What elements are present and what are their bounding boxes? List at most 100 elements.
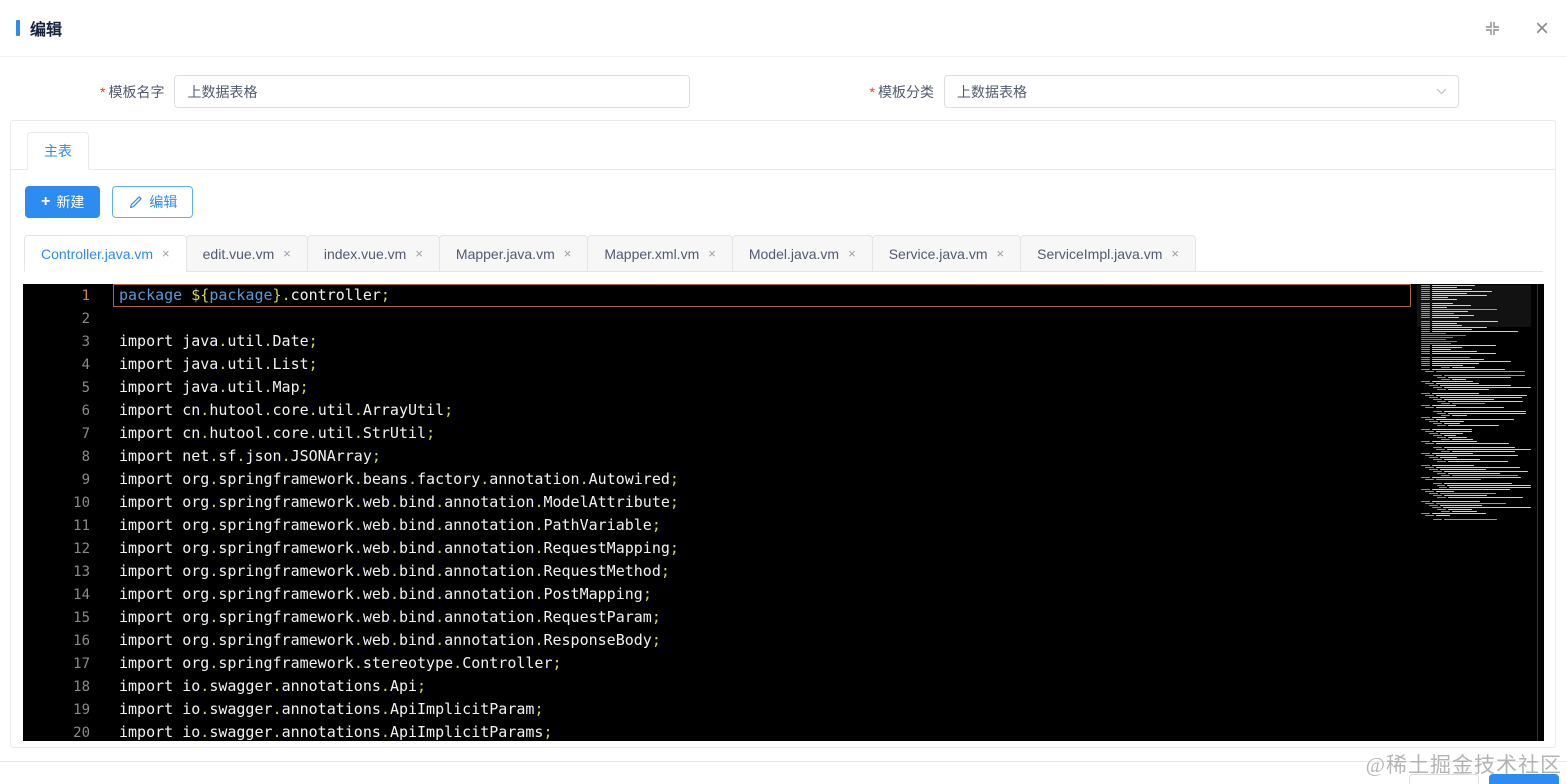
line-number: 12	[73, 540, 90, 557]
file-tab-label: Service.java.vm	[888, 245, 988, 262]
code-lines: 1 package ${package}.controller; 2 3 import …	[23, 284, 1544, 741]
file-tabs-bar: Controller.java.vm × edit.vue.vm × index.vue…	[24, 235, 1543, 272]
line-content: package ${package}.controller;	[113, 284, 1411, 307]
line-number: 16	[73, 632, 90, 649]
line-number: 6	[81, 402, 90, 419]
editor-scrollbar[interactable]	[1537, 284, 1538, 741]
line-content: import org.springframework.web.bind.anno…	[119, 516, 661, 534]
category-selected-value: 上数据表格	[956, 83, 1027, 100]
line-number: 14	[73, 586, 90, 603]
name-field-wrap	[174, 75, 690, 108]
code-line: 3 import java.util.Date;	[23, 330, 1544, 353]
close-icon[interactable]: ×	[1535, 16, 1549, 41]
line-content: import io.swagger.annotations.Api;	[119, 677, 427, 695]
tab-close-icon[interactable]: ×	[848, 247, 856, 260]
template-name-input[interactable]	[187, 83, 677, 100]
file-tab[interactable]: Mapper.xml.vm ×	[587, 235, 733, 272]
file-tab-label: Controller.java.vm	[41, 245, 154, 262]
code-editor[interactable]: 1 package ${package}.controller; 2 3 import …	[23, 284, 1544, 741]
line-content: import org.springframework.web.bind.anno…	[119, 631, 661, 649]
tab-close-icon[interactable]: ×	[162, 247, 170, 260]
line-number: 19	[73, 701, 90, 718]
line-number: 3	[81, 333, 90, 350]
code-line: 15 import org.springframework.web.bind.an…	[23, 606, 1544, 629]
template-form: *模板名字 *模板分类 上数据表格	[0, 57, 1567, 108]
title-accent-bar	[16, 20, 20, 36]
cancel-button[interactable]: 取消	[1409, 774, 1479, 784]
code-line: 7 import cn.hutool.core.util.StrUtil;	[23, 422, 1544, 445]
file-tab[interactable]: edit.vue.vm ×	[185, 235, 308, 272]
code-line: 20 import io.swagger.annotations.ApiImpli…	[23, 721, 1544, 741]
compress-icon[interactable]	[1484, 20, 1501, 37]
file-tab-label: Mapper.java.vm	[455, 245, 555, 262]
line-number: 2	[81, 310, 90, 327]
file-tab-label: index.vue.vm	[323, 245, 407, 262]
new-button[interactable]: + 新建	[25, 186, 101, 218]
chevron-down-icon	[1435, 85, 1448, 101]
code-line: 5 import java.util.Map;	[23, 376, 1544, 399]
minimap[interactable]	[1417, 285, 1531, 723]
tab-main-table[interactable]: 主表	[27, 132, 89, 170]
line-content: import io.swagger.annotations.ApiImplici…	[119, 700, 544, 718]
file-tab[interactable]: ServiceImpl.java.vm ×	[1020, 235, 1196, 272]
line-content: import cn.hutool.core.util.ArrayUtil;	[119, 401, 454, 419]
tab-close-icon[interactable]: ×	[708, 247, 716, 260]
code-line: 19 import io.swagger.annotations.ApiImpli…	[23, 698, 1544, 721]
form-item-name: * 模板名字	[100, 75, 690, 108]
line-number: 7	[81, 425, 90, 442]
page-title: 编辑	[30, 22, 63, 39]
line-number: 4	[81, 356, 90, 373]
line-content: import org.springframework.web.bind.anno…	[119, 539, 679, 557]
line-content: import org.springframework.web.bind.anno…	[119, 493, 679, 511]
confirm-button[interactable]: 确定	[1489, 774, 1559, 784]
name-label: * 模板名字	[100, 83, 165, 100]
pencil-icon	[128, 195, 143, 210]
line-content: import java.util.List;	[119, 355, 318, 373]
line-content: import io.swagger.annotations.ApiImplici…	[119, 723, 553, 741]
line-content: import cn.hutool.core.util.StrUtil;	[119, 424, 436, 442]
file-tab[interactable]: Model.java.vm ×	[731, 235, 873, 272]
main-panel: 主表 + 新建 编辑 Controller.java.vm × edit.vue.v…	[10, 120, 1556, 748]
file-tab[interactable]: Controller.java.vm ×	[24, 235, 187, 272]
code-line: 14 import org.springframework.web.bind.an…	[23, 583, 1544, 606]
file-tab[interactable]: index.vue.vm ×	[306, 235, 440, 272]
line-content: import org.springframework.stereotype.Co…	[119, 654, 562, 672]
code-line: 1 package ${package}.controller;	[23, 284, 1544, 307]
code-line: 4 import java.util.List;	[23, 353, 1544, 376]
line-content: import net.sf.json.JSONArray;	[119, 447, 381, 465]
tab-close-icon[interactable]: ×	[564, 247, 572, 260]
file-tab[interactable]: Service.java.vm ×	[871, 235, 1022, 272]
code-line: 11 import org.springframework.web.bind.an…	[23, 514, 1544, 537]
line-content: import org.springframework.web.bind.anno…	[119, 562, 670, 580]
line-number: 20	[73, 724, 90, 741]
line-number: 5	[81, 379, 90, 396]
tab-close-icon[interactable]: ×	[1171, 247, 1179, 260]
line-number: 1	[81, 287, 90, 304]
required-mark: *	[100, 83, 106, 100]
code-line: 6 import cn.hutool.core.util.ArrayUtil;	[23, 399, 1544, 422]
template-category-select[interactable]: 上数据表格	[943, 75, 1459, 108]
main-tabs-bar: 主表	[11, 121, 1555, 170]
line-content: import java.util.Date;	[119, 332, 318, 350]
required-mark: *	[869, 83, 875, 100]
line-content: import org.springframework.web.bind.anno…	[119, 608, 661, 626]
code-line: 17 import org.springframework.stereotype.…	[23, 652, 1544, 675]
minimap-slider[interactable]	[1417, 285, 1531, 327]
toolbar: + 新建 编辑	[11, 170, 1555, 218]
tab-close-icon[interactable]: ×	[283, 247, 291, 260]
footer-divider	[0, 761, 1567, 762]
file-tab-label: edit.vue.vm	[202, 245, 275, 262]
form-item-category: * 模板分类 上数据表格	[869, 75, 1459, 108]
line-number: 9	[81, 471, 90, 488]
tab-close-icon[interactable]: ×	[415, 247, 423, 260]
file-tab-label: Mapper.xml.vm	[604, 245, 700, 262]
code-line: 13 import org.springframework.web.bind.an…	[23, 560, 1544, 583]
line-content: import org.springframework.beans.factory…	[119, 470, 679, 488]
code-line: 10 import org.springframework.web.bind.an…	[23, 491, 1544, 514]
edit-button[interactable]: 编辑	[112, 186, 194, 218]
line-number: 15	[73, 609, 90, 626]
tab-close-icon[interactable]: ×	[997, 247, 1005, 260]
file-tab[interactable]: Mapper.java.vm ×	[438, 235, 589, 272]
line-number: 11	[73, 517, 90, 534]
code-line: 16 import org.springframework.web.bind.an…	[23, 629, 1544, 652]
